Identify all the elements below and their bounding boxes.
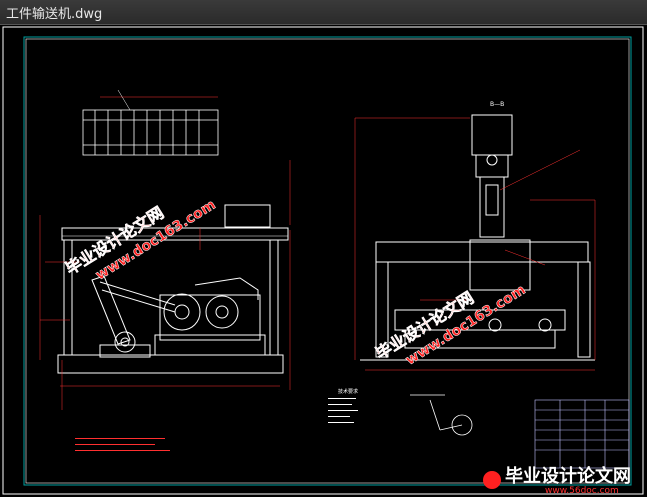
section-label: B—B bbox=[490, 101, 504, 108]
title-block bbox=[534, 399, 630, 469]
notes-heading: 技术要求 bbox=[338, 388, 358, 395]
side-view-dims bbox=[354, 117, 596, 371]
window-title: 工件输送机.dwg bbox=[6, 6, 103, 22]
watermark-right: 毕业设计论文网 www.doc163.com bbox=[372, 282, 529, 369]
tech-notes: 技术要求 bbox=[75, 388, 358, 451]
footer-logo: 毕业设计论文网 www.56doc.com bbox=[483, 465, 631, 496]
linkage-sketch bbox=[410, 394, 473, 436]
window-titlebar: 工件输送机.dwg bbox=[0, 0, 647, 25]
cad-drawing: 技术要求 B—B 毕业设计论文网 www.doc163.com 毕业设计论文网 … bbox=[2, 26, 644, 496]
drawing-canvas[interactable]: 技术要求 B—B 毕业设计论文网 www.doc163.com 毕业设计论文网 … bbox=[0, 25, 647, 497]
footer-logo-url: www.56doc.com bbox=[545, 486, 619, 496]
logo-icon bbox=[483, 471, 501, 489]
watermark-left: 毕业设计论文网 www.doc163.com bbox=[62, 197, 219, 284]
footer-logo-cn: 毕业设计论文网 bbox=[505, 465, 631, 487]
top-plan-view bbox=[82, 89, 219, 156]
